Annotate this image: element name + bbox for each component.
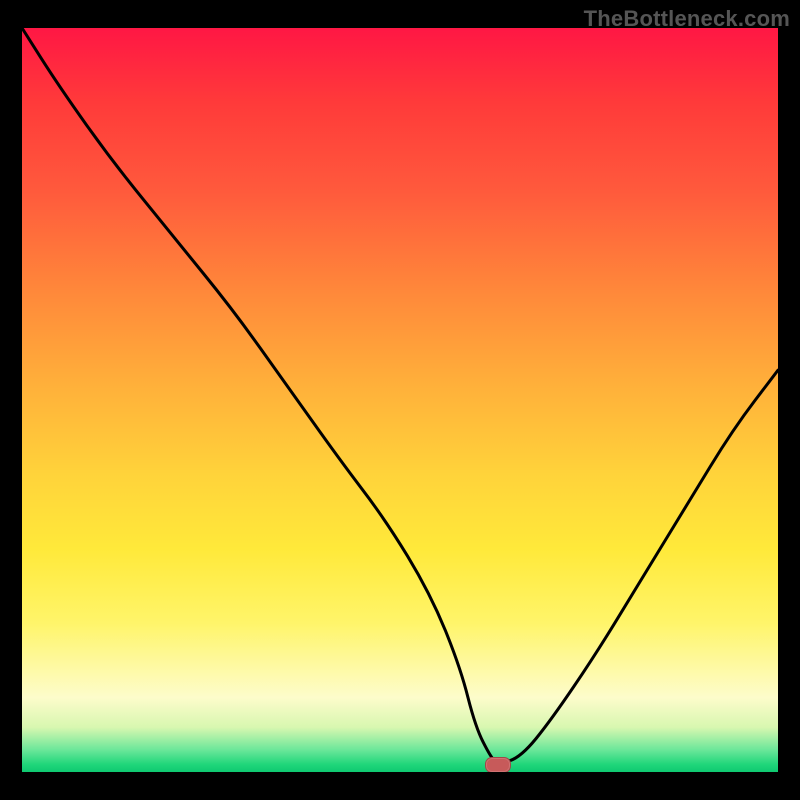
plot-area [22,28,778,772]
chart-frame: TheBottleneck.com [0,0,800,800]
watermark-text: TheBottleneck.com [584,6,790,32]
bottleneck-curve [22,28,778,772]
optimal-marker [485,757,511,772]
